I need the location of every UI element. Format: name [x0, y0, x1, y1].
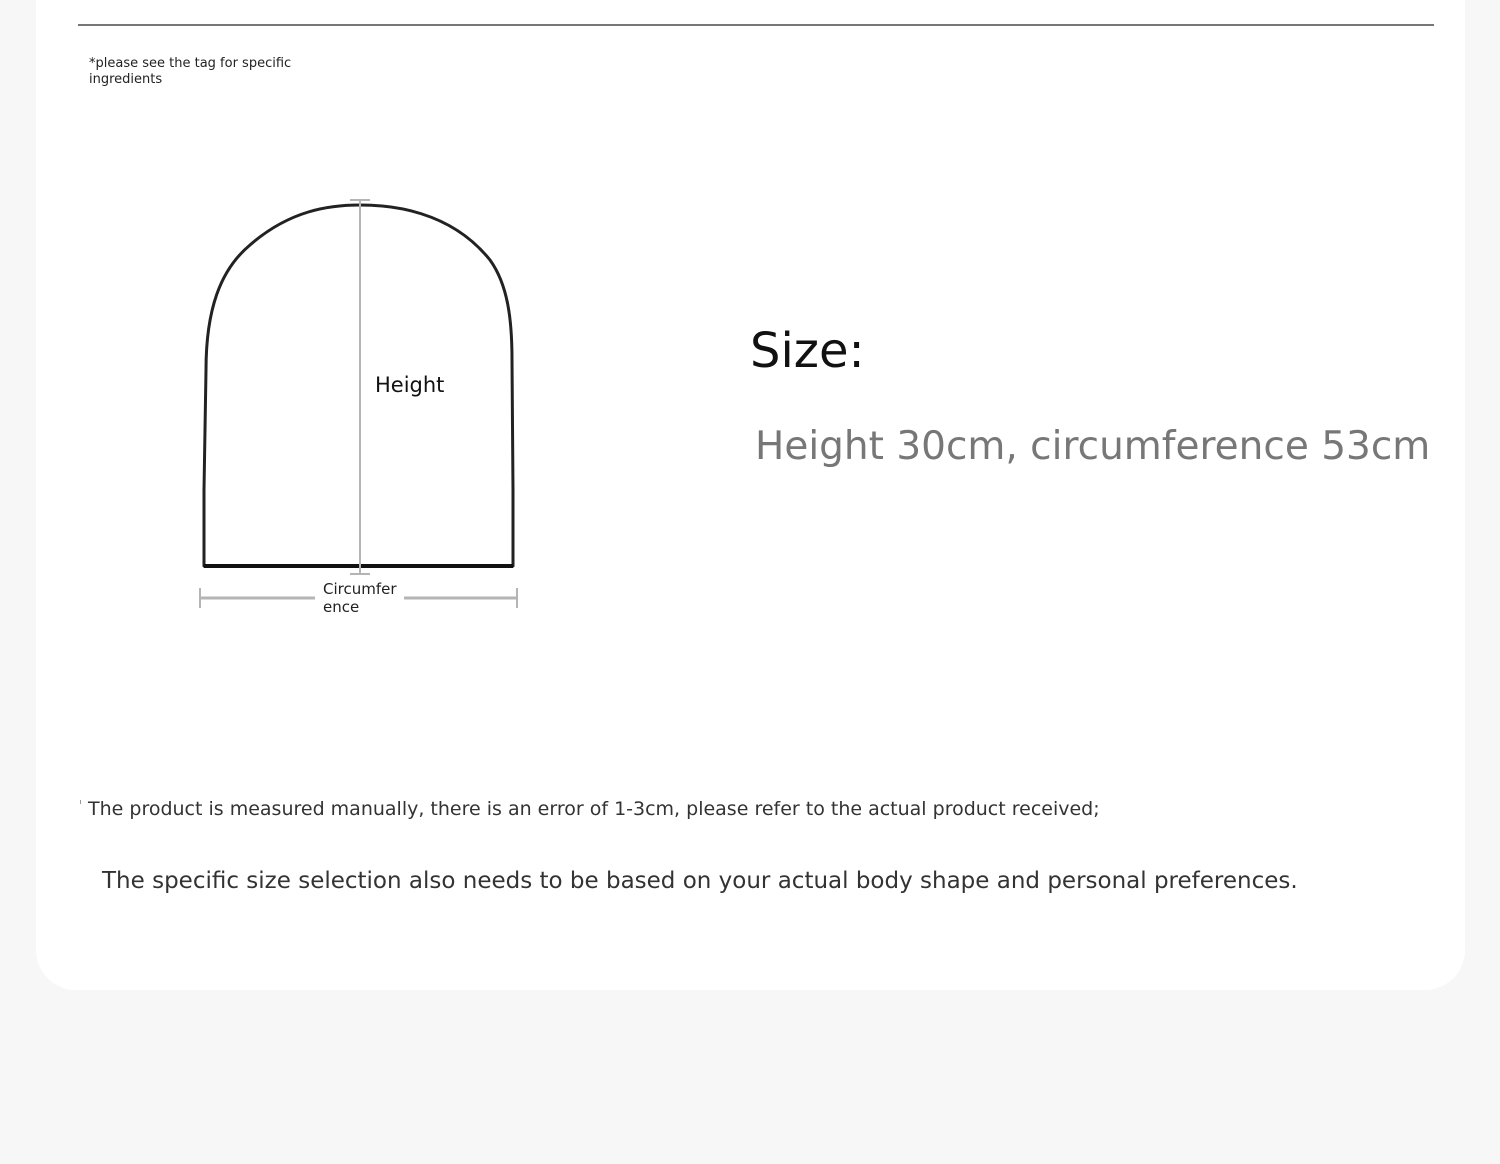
size-value: Height 30cm, circumference 53cm — [755, 424, 1431, 469]
circumference-label: Circumference — [323, 580, 397, 616]
size-selection-note: The specific size selection also needs t… — [102, 868, 1298, 894]
hat-size-diagram: Height Circumference — [190, 190, 530, 630]
top-divider — [78, 24, 1434, 26]
height-label: Height — [375, 373, 445, 397]
hat-outline — [202, 203, 515, 568]
note-marker — [80, 800, 81, 804]
size-heading: Size: — [750, 323, 865, 379]
hat-outline-svg — [199, 199, 518, 608]
measurement-note: The product is measured manually, there … — [88, 798, 1100, 820]
tag-note: *please see the tag for specific ingredi… — [89, 56, 292, 87]
